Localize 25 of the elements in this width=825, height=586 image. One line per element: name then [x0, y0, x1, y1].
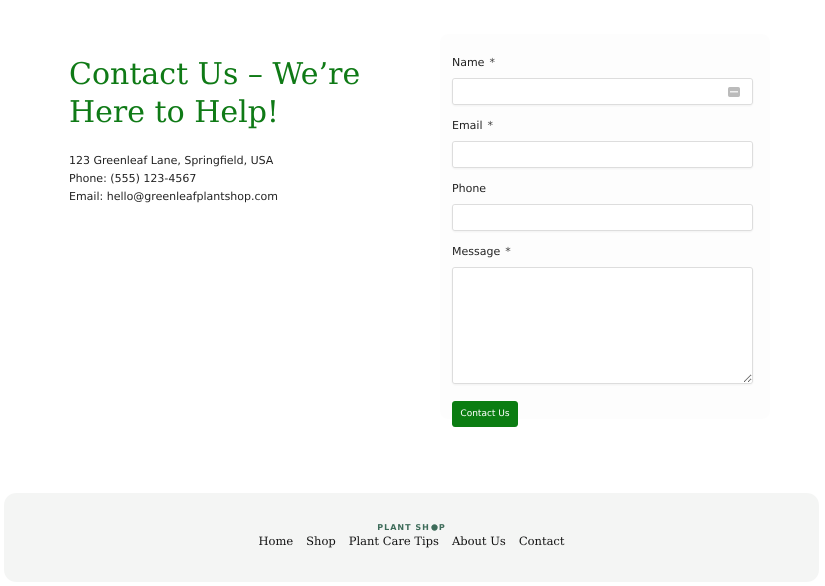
- footer-link[interactable]: Contact: [518, 534, 564, 548]
- submit-button[interactable]: Contact Us: [452, 401, 518, 427]
- logo-text: P: [438, 523, 446, 532]
- contact-info-line: Phone: (555) 123-4567: [69, 171, 198, 187]
- footer-link[interactable]: Shop: [306, 534, 336, 548]
- input-field[interactable]: [452, 204, 753, 231]
- flower-icon: [430, 524, 438, 531]
- required-mark: *: [488, 119, 494, 132]
- page-heading: Contact Us – We’re Here to Help!: [69, 56, 362, 132]
- required-mark: *: [489, 56, 495, 69]
- field-label: Email *: [452, 119, 494, 134]
- logo-text: PLANT SH: [377, 523, 430, 532]
- field-label: Message *: [452, 245, 512, 260]
- input-field[interactable]: [452, 78, 753, 105]
- footer-link[interactable]: Plant Care Tips: [348, 534, 439, 548]
- field-label: Name *: [452, 56, 496, 71]
- contact-info-line: 123 Greenleaf Lane, Springfield, USA: [69, 153, 274, 169]
- field-label: Phone: [452, 182, 488, 197]
- required-mark: *: [505, 245, 511, 258]
- footer-link[interactable]: About Us: [452, 534, 506, 548]
- autofill-icon[interactable]: [728, 87, 740, 97]
- message-field[interactable]: [452, 267, 753, 384]
- contact-info-line: Email: hello@greenleafplantshop.com: [69, 189, 279, 205]
- footer-link[interactable]: Home: [258, 534, 294, 548]
- input-field[interactable]: [452, 141, 753, 168]
